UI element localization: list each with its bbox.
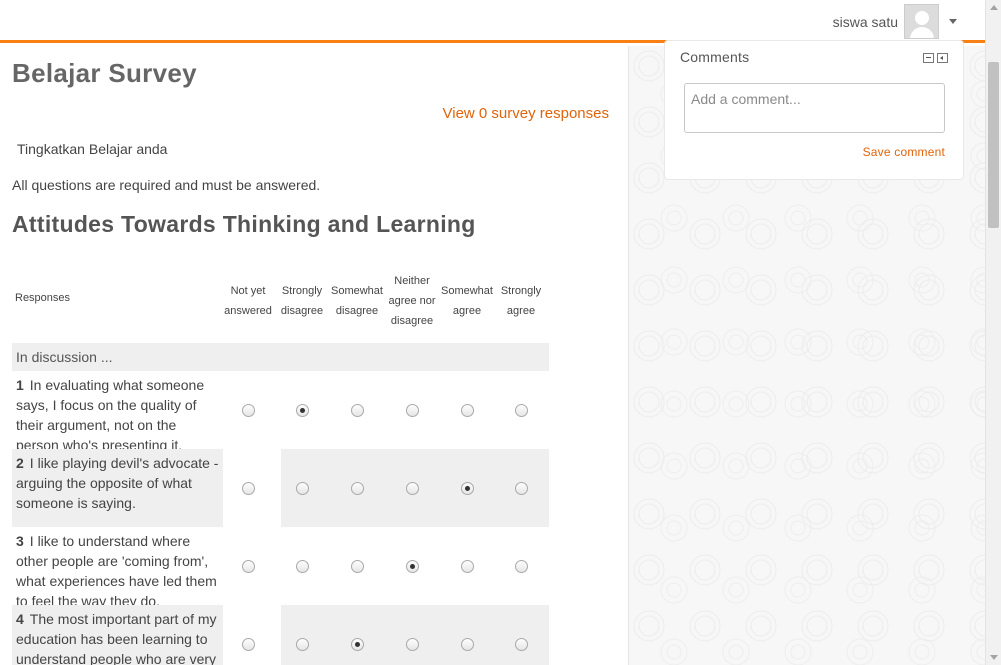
scroll-down-icon[interactable] (990, 655, 998, 660)
answer-radio[interactable] (242, 638, 255, 651)
user-name[interactable]: siswa satu (833, 14, 898, 30)
question-label: I like to understand where other people … (16, 533, 217, 609)
question-label: I like playing devil's advocate - arguin… (16, 455, 219, 511)
answer-radio[interactable] (242, 482, 255, 495)
question-text: 1 In evaluating what someone says, I focu… (16, 375, 221, 455)
group-row: In discussion ... (12, 343, 549, 371)
section-title: Attitudes Towards Thinking and Learning (12, 211, 476, 237)
survey-header-row: Responses Not yet answered Strongly disag… (12, 259, 549, 343)
save-comment-link[interactable]: Save comment (863, 145, 945, 159)
answer-radio[interactable] (406, 560, 419, 573)
answer-radio[interactable] (242, 560, 255, 573)
user-menu[interactable]: siswa satu (833, 4, 957, 39)
question-text: 4 The most important part of my education… (16, 609, 221, 665)
answer-radio[interactable] (515, 482, 528, 495)
user-avatar-icon[interactable] (904, 4, 939, 39)
question-number: 2 (16, 455, 24, 471)
answer-radio[interactable] (351, 482, 364, 495)
column-header: Neither agree nor disagree (388, 275, 436, 327)
answer-radio[interactable] (461, 638, 474, 651)
question-row: 2I like playing devil's advocate - argui… (12, 449, 549, 527)
answer-radio[interactable] (296, 638, 309, 651)
dock-left-icon[interactable] (937, 53, 948, 63)
answer-radio[interactable] (351, 560, 364, 573)
answer-radio[interactable] (406, 638, 419, 651)
answer-radio[interactable] (351, 404, 364, 417)
column-header: Strongly agree (500, 285, 542, 317)
answer-radio[interactable] (461, 404, 474, 417)
column-header: Somewhat disagree (331, 285, 383, 317)
answer-radio[interactable] (406, 404, 419, 417)
question-text: 2I like playing devil's advocate - argui… (16, 453, 221, 513)
minus-icon[interactable] (923, 53, 934, 63)
comment-input[interactable] (684, 83, 945, 133)
answer-radio[interactable] (296, 404, 309, 417)
chevron-down-icon[interactable] (949, 19, 957, 24)
answer-radio[interactable] (351, 638, 364, 651)
answer-radio[interactable] (406, 482, 419, 495)
answer-radio[interactable] (296, 482, 309, 495)
comments-title: Comments (680, 49, 750, 65)
question-label: In evaluating what someone says, I focus… (16, 377, 205, 453)
options-cell (281, 605, 549, 665)
question-label: The most important part of my education … (16, 611, 217, 665)
question-row: 3I like to understand where other people… (12, 527, 549, 609)
view-responses-link[interactable]: View 0 survey responses (443, 105, 609, 122)
required-note: All questions are required and must be a… (12, 177, 321, 193)
column-header: Somewhat agree (441, 285, 493, 317)
answer-radio[interactable] (242, 404, 255, 417)
question-number: 4 (16, 611, 24, 627)
survey-table: Responses Not yet answered Strongly disag… (12, 259, 549, 665)
answer-radio[interactable] (461, 560, 474, 573)
survey-intro: Tingkatkan Belajar anda (17, 141, 168, 157)
page-title: Belajar Survey (12, 58, 197, 88)
scroll-thumb[interactable] (988, 62, 999, 228)
question-row: 4 The most important part of my education… (12, 605, 549, 665)
answer-radio[interactable] (515, 638, 528, 651)
answer-radio[interactable] (515, 560, 528, 573)
main-content: Belajar Survey View 0 survey responses T… (0, 46, 628, 665)
responses-header: Responses (15, 292, 71, 304)
column-header: Strongly disagree (280, 285, 324, 317)
answer-radio[interactable] (461, 482, 474, 495)
sidebar: Comments Save comment (628, 40, 985, 665)
page-scrollbar[interactable] (985, 0, 1001, 665)
scroll-up-icon[interactable] (990, 5, 998, 10)
question-text: 3I like to understand where other people… (16, 531, 221, 611)
question-number: 3 (16, 533, 24, 549)
column-header: Not yet answered (224, 285, 272, 317)
top-navbar: siswa satu (0, 0, 985, 43)
answer-radio[interactable] (515, 404, 528, 417)
answer-radio[interactable] (296, 560, 309, 573)
question-number: 1 (16, 377, 24, 393)
comments-block: Comments Save comment (664, 40, 964, 180)
question-row: 1 In evaluating what someone says, I focu… (12, 371, 549, 453)
